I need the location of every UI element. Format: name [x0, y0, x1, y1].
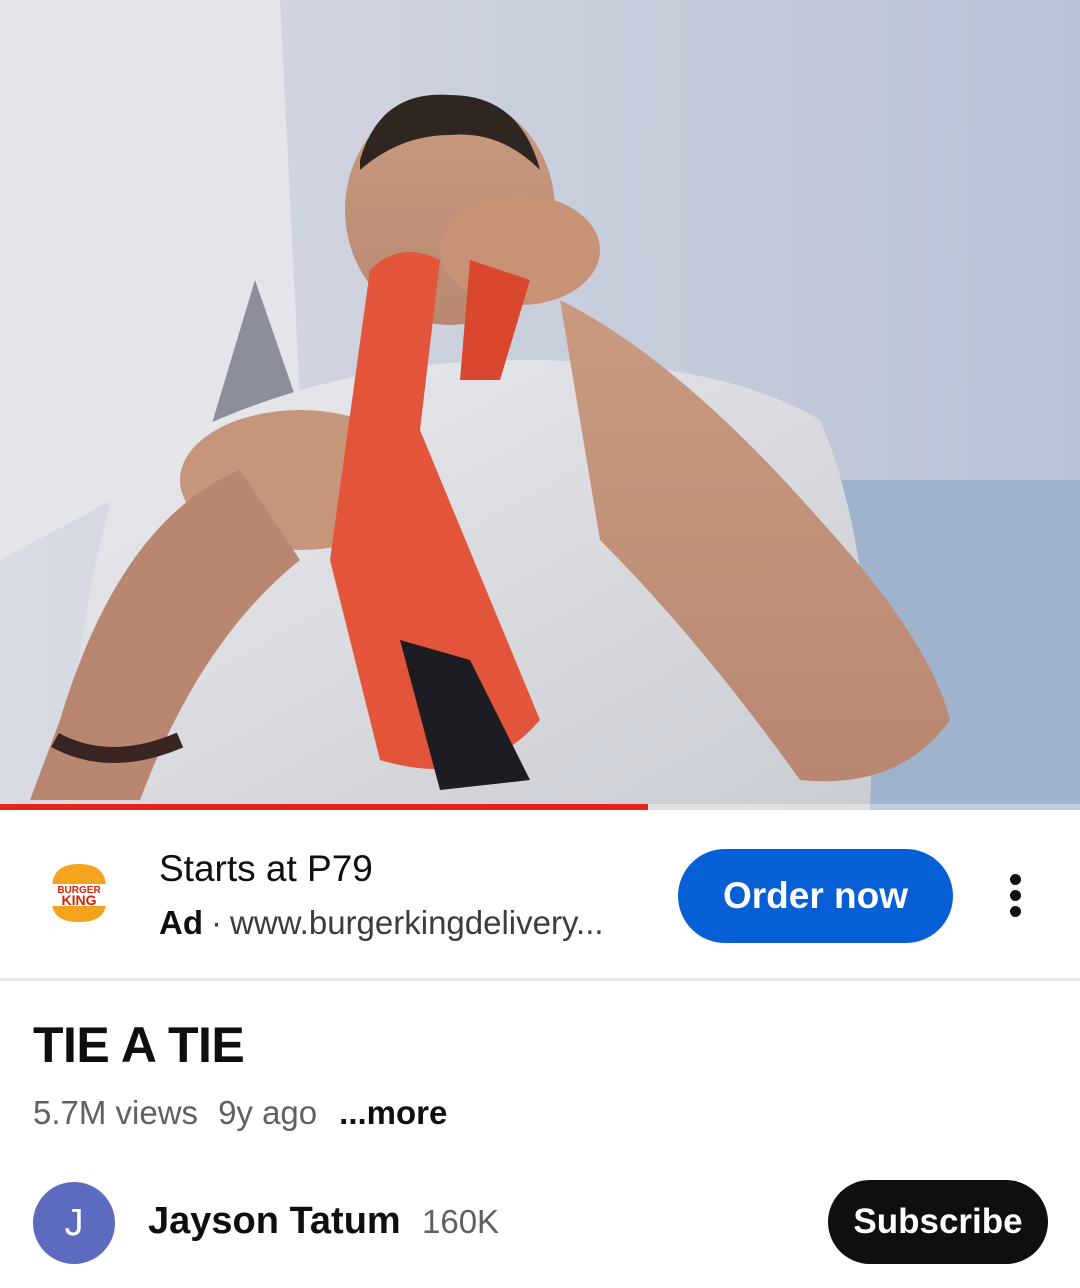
burger-king-logo[interactable]: BURGER KING — [46, 858, 112, 928]
upload-age: 9y ago — [218, 1094, 318, 1131]
video-frame — [0, 0, 1080, 810]
ad-url[interactable]: www.burgerkingdelivery... — [230, 904, 604, 941]
more-link[interactable]: ...more — [339, 1094, 447, 1131]
channel-name[interactable]: Jayson Tatum — [148, 1200, 401, 1243]
video-title[interactable]: TIE A TIE — [33, 1016, 245, 1074]
channel-avatar[interactable]: J — [33, 1182, 115, 1264]
ad-badge: Ad — [159, 904, 203, 941]
video-player[interactable] — [0, 0, 1080, 810]
divider — [0, 978, 1080, 981]
ad-meta[interactable]: Ad · www.burgerkingdelivery... — [159, 904, 604, 942]
view-count: 5.7M views — [33, 1094, 199, 1131]
video-meta[interactable]: 5.7M views 9y ago ...more — [33, 1094, 467, 1132]
progress-bar[interactable] — [0, 804, 1080, 810]
progress-bar-played — [0, 804, 648, 810]
ad-headline[interactable]: Starts at P79 — [159, 848, 373, 890]
logo-text-bottom: KING — [62, 892, 97, 908]
order-now-button[interactable]: Order now — [678, 849, 953, 943]
subscribe-button[interactable]: Subscribe — [828, 1180, 1048, 1264]
ad-separator: · — [211, 904, 222, 941]
subscriber-count: 160K — [422, 1203, 500, 1240]
more-vert-icon[interactable] — [996, 872, 1036, 920]
